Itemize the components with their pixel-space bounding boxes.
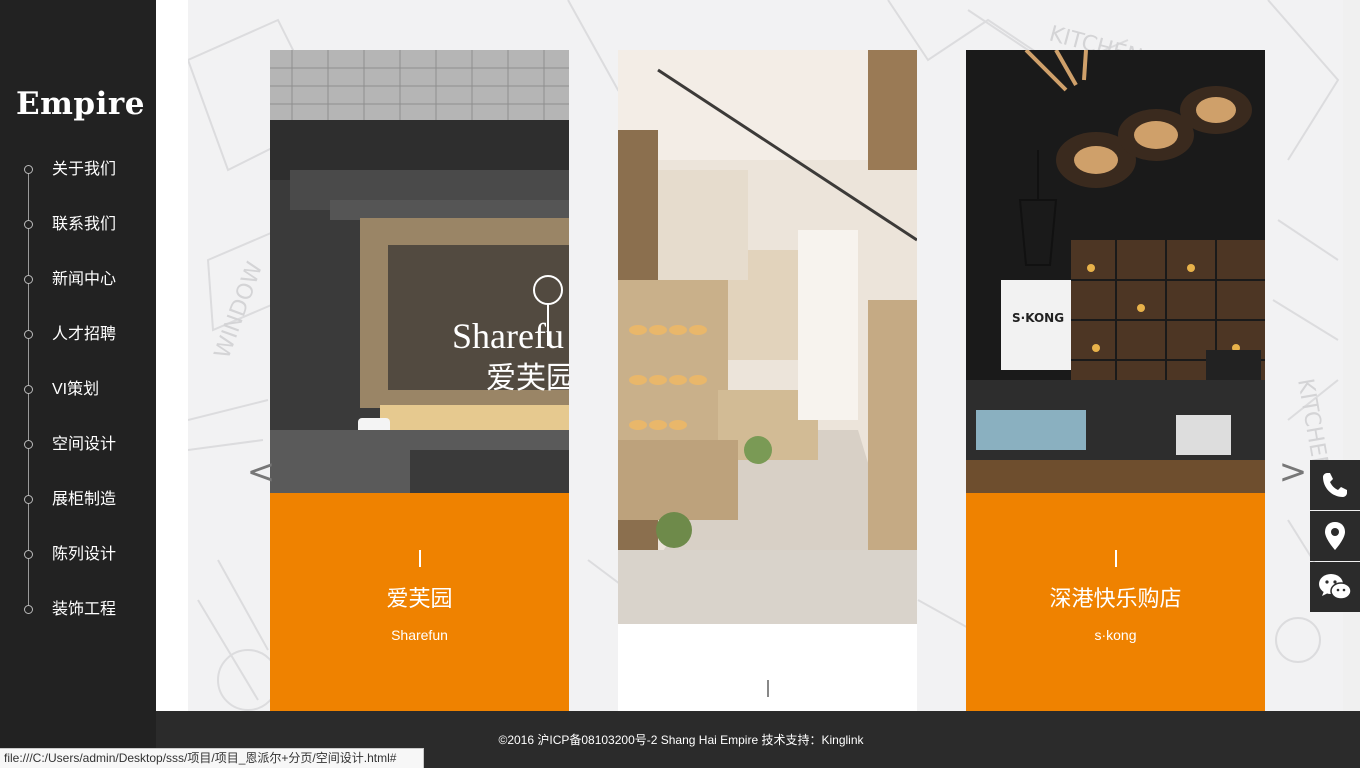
nav-label: 联系我们 <box>52 216 117 233</box>
bakery-photo <box>618 50 917 624</box>
sketch-background: KITCHEN WINDOW KITCHEN Sharefu 爱芙园 爱芙园 S… <box>188 0 1343 711</box>
status-bar-url: file:///C:/Users/admin/Desktop/sss/项目/项目… <box>0 748 424 768</box>
nav-item-news[interactable]: 新闻中心 <box>0 263 156 297</box>
project-title: 深港快乐购店 <box>1049 586 1182 611</box>
nav-dot <box>24 495 33 504</box>
nav-dot <box>24 550 33 559</box>
nav-item-careers[interactable]: 人才招聘 <box>0 318 156 352</box>
nav-dot <box>24 220 33 229</box>
nav-item-vi[interactable]: VI策划 <box>0 373 156 407</box>
nav-dot <box>24 605 33 614</box>
nav-item-display[interactable]: 陈列设计 <box>0 538 156 572</box>
project-photo: S·KONG <box>966 50 1265 493</box>
nav-label: 装饰工程 <box>52 601 117 618</box>
wechat-icon <box>1319 574 1352 600</box>
phone-button[interactable] <box>1310 460 1360 510</box>
copyright-text: ©2016 沪ICP备08103200号-2 Shang Hai Empire … <box>498 733 864 747</box>
nav-dot <box>24 165 33 174</box>
nav-item-about[interactable]: 关于我们 <box>0 153 156 187</box>
main-content: KITCHEN WINDOW KITCHEN Sharefu 爱芙园 爱芙园 S… <box>156 0 1360 711</box>
nav-item-space-design[interactable]: 空间设计 <box>0 428 156 462</box>
project-photo: Sharefu 爱芙园 <box>270 50 569 493</box>
storefront-photo: Sharefu 爱芙园 <box>270 50 569 493</box>
nav-item-decoration[interactable]: 装饰工程 <box>0 593 156 627</box>
project-info: 爱芙园 Sharefun <box>270 493 569 711</box>
sign-text-cn: 爱芙园 <box>486 361 569 396</box>
nav-item-cabinet[interactable]: 展柜制造 <box>0 483 156 517</box>
card-divider <box>1115 550 1117 567</box>
cafe-photo: S·KONG <box>966 50 1265 493</box>
nav-label: 人才招聘 <box>52 326 117 343</box>
project-subtitle: Sharefun <box>391 627 448 643</box>
carousel-next-arrow[interactable]: > <box>1278 452 1308 492</box>
project-title: 爱芙园 <box>386 586 453 611</box>
nav-label: 陈列设计 <box>52 546 117 563</box>
nav-dot <box>24 330 33 339</box>
project-photo <box>618 50 917 624</box>
nav-label: 展柜制造 <box>52 491 117 508</box>
wechat-button[interactable] <box>1310 562 1360 612</box>
location-icon <box>1325 522 1345 550</box>
nav-label: 空间设计 <box>52 436 117 453</box>
sign-text: S·KONG <box>1012 311 1064 325</box>
project-card-sharefun[interactable]: Sharefu 爱芙园 爱芙园 Sharefun <box>270 50 569 711</box>
nav-dot <box>24 385 33 394</box>
project-card-skong[interactable]: S·KONG 深港快乐购店 s·kong <box>966 50 1265 711</box>
card-divider <box>767 680 769 697</box>
project-info: 深港快乐购店 s·kong <box>966 493 1265 711</box>
project-subtitle: s·kong <box>1094 627 1137 643</box>
carousel-prev-arrow[interactable]: < <box>246 452 276 492</box>
nav-label: 新闻中心 <box>52 271 117 288</box>
phone-icon <box>1323 473 1347 497</box>
project-card-bakery[interactable] <box>618 50 917 711</box>
nav-label: VI策划 <box>52 381 100 398</box>
location-button[interactable] <box>1310 511 1360 561</box>
nav-dot <box>24 275 33 284</box>
sidebar: Empire 关于我们 联系我们 新闻中心 人才招聘 VI策划 空间设计 展柜制… <box>0 0 156 768</box>
nav-dot <box>24 440 33 449</box>
card-divider <box>419 550 421 567</box>
nav-item-contact[interactable]: 联系我们 <box>0 208 156 242</box>
nav-label: 关于我们 <box>52 161 117 178</box>
logo[interactable]: Empire <box>16 84 144 124</box>
